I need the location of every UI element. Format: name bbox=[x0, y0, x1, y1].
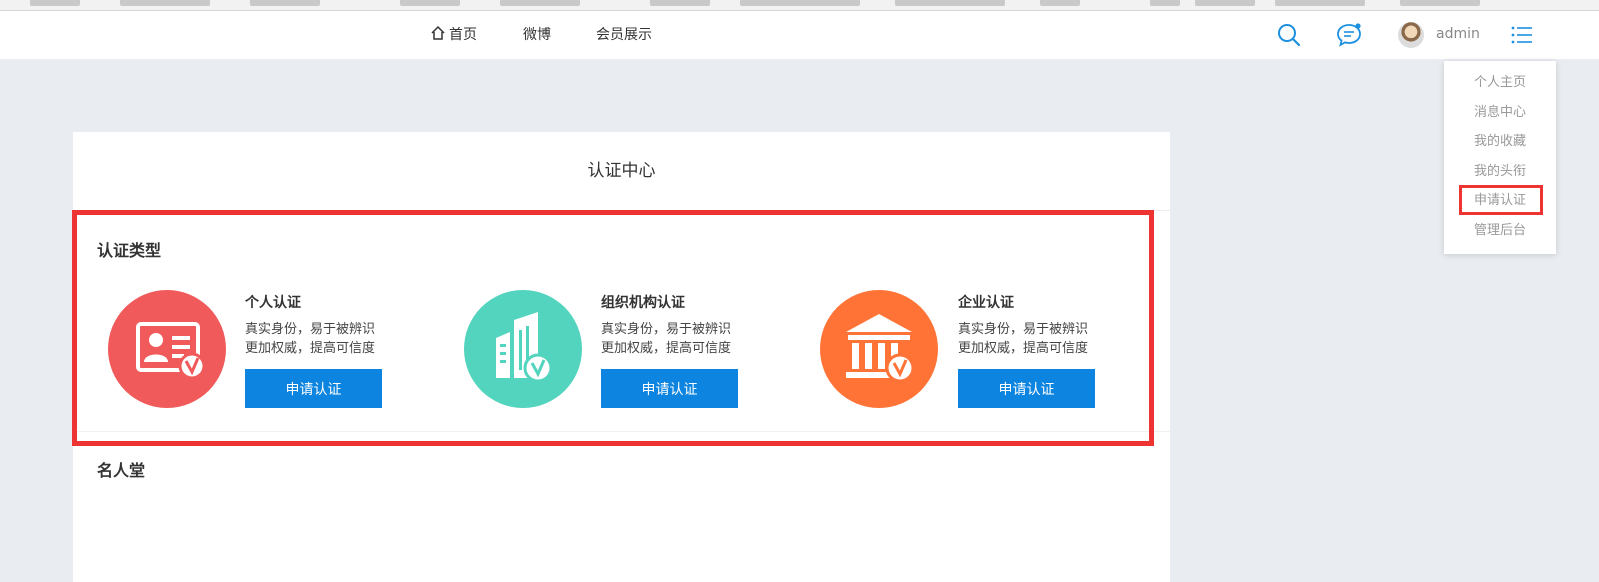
card-title-enterprise: 企业认证 bbox=[958, 295, 1014, 311]
nav-members[interactable]: 会员展示 bbox=[596, 11, 652, 59]
menu-item-admin[interactable]: 管理后台 bbox=[1444, 221, 1556, 241]
home-icon bbox=[431, 25, 445, 40]
menu-item-profile[interactable]: 个人主页 bbox=[1444, 73, 1556, 93]
menu-item-favorites[interactable]: 我的收藏 bbox=[1444, 132, 1556, 152]
apply-personal-button[interactable]: 申请认证 bbox=[245, 369, 382, 408]
card-desc-organization-line2: 更加权威，提高可信度 bbox=[601, 341, 732, 356]
card-desc-enterprise-line2: 更加权威，提高可信度 bbox=[958, 341, 1089, 356]
message-icon[interactable] bbox=[1335, 21, 1363, 49]
bank-icon bbox=[846, 314, 915, 383]
personal-verification-badge bbox=[108, 290, 226, 408]
card-desc-personal-line1: 真实身份，易于被辨识 bbox=[245, 322, 376, 337]
card-desc-enterprise-line1: 真实身份，易于被辨识 bbox=[958, 322, 1089, 337]
menu-item-messages[interactable]: 消息中心 bbox=[1444, 103, 1556, 123]
menu-item-titles[interactable]: 我的头衔 bbox=[1444, 162, 1556, 182]
organization-verification-badge bbox=[464, 290, 582, 408]
section-title-hall-of-fame: 名人堂 bbox=[97, 461, 146, 480]
user-dropdown-menu: 个人主页 消息中心 我的收藏 我的头衔 申请认证 管理后台 bbox=[1444, 61, 1556, 254]
nav-weibo[interactable]: 微博 bbox=[523, 11, 551, 59]
nav-home-label: 首页 bbox=[449, 27, 477, 43]
bookmarks-bar bbox=[0, 0, 1599, 11]
card-desc-organization-line1: 真实身份，易于被辨识 bbox=[601, 322, 732, 337]
section-divider bbox=[73, 431, 1170, 432]
menu-icon[interactable] bbox=[1508, 21, 1536, 49]
apply-organization-button[interactable]: 申请认证 bbox=[601, 369, 738, 408]
top-navigation: 首页 微博 会员展示 admin bbox=[0, 11, 1599, 59]
username[interactable]: admin bbox=[1436, 11, 1480, 59]
search-icon[interactable] bbox=[1275, 21, 1303, 49]
menu-item-apply-verification[interactable]: 申请认证 bbox=[1444, 191, 1556, 211]
page-title: 认证中心 bbox=[73, 132, 1170, 211]
apply-enterprise-button[interactable]: 申请认证 bbox=[958, 369, 1095, 408]
building-icon bbox=[496, 312, 553, 383]
enterprise-verification-badge bbox=[820, 290, 938, 408]
avatar[interactable] bbox=[1398, 22, 1424, 48]
card-title-organization: 组织机构认证 bbox=[601, 295, 685, 311]
nav-home[interactable]: 首页 bbox=[430, 11, 477, 59]
section-title-types: 认证类型 bbox=[97, 241, 162, 260]
card-desc-personal-line2: 更加权威，提高可信度 bbox=[245, 341, 376, 356]
id-card-icon bbox=[136, 322, 206, 380]
card-title-personal: 个人认证 bbox=[245, 295, 301, 311]
